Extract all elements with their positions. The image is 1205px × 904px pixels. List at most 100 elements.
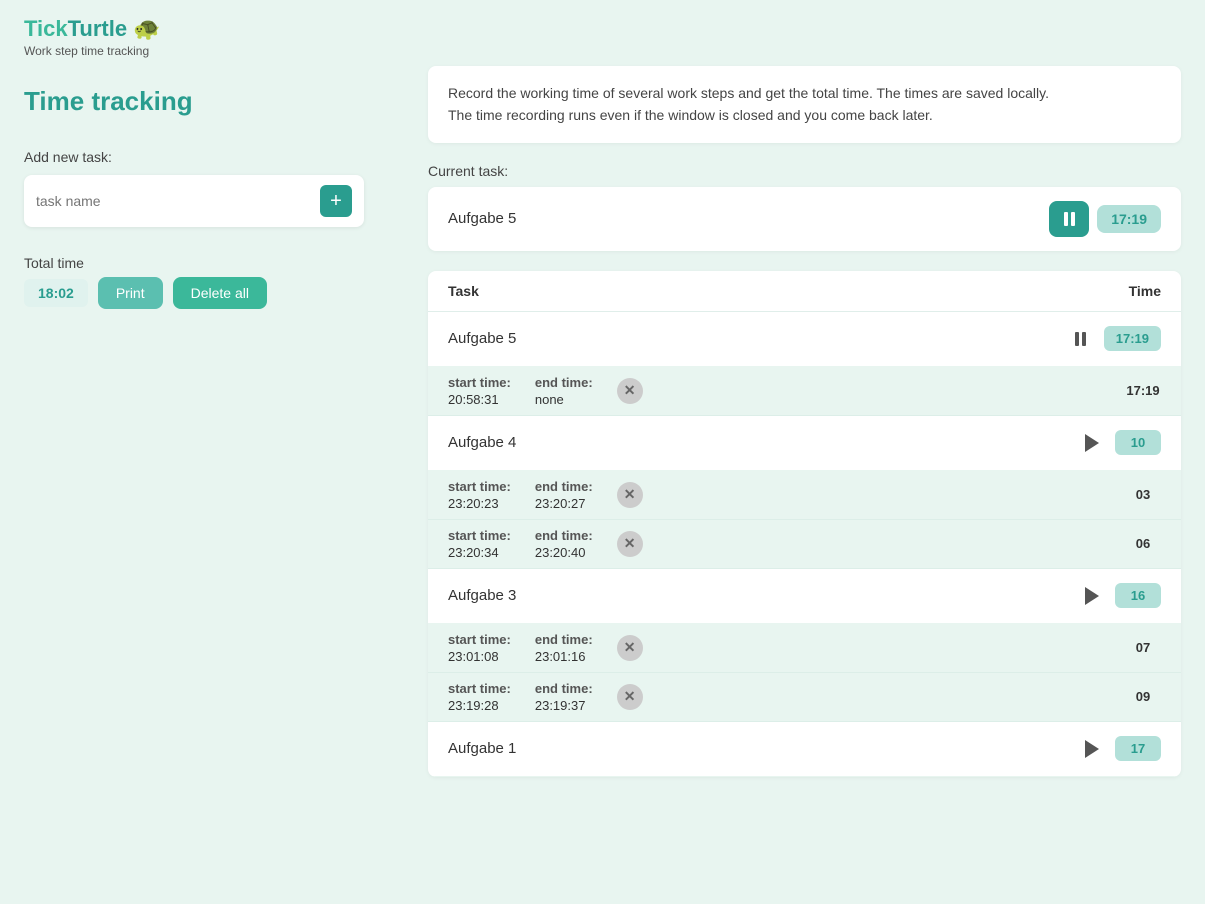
pause-bar-right (1082, 332, 1086, 346)
play-icon (1085, 434, 1099, 452)
task-time: 17 (1115, 736, 1161, 761)
end-value: 23:20:40 (535, 545, 593, 560)
remove-entry-button[interactable]: ✕ (617, 482, 643, 508)
table-header-time: Time (1129, 283, 1161, 299)
start-label: start time: (448, 479, 511, 494)
start-value: 23:19:28 (448, 698, 511, 713)
pause-bar-left (1064, 212, 1068, 226)
table-row: Aufgabe 5 17:19 (428, 312, 1181, 367)
entry-duration: 06 (1125, 536, 1161, 551)
pause-icon (1064, 212, 1075, 226)
play-task-button[interactable] (1077, 734, 1107, 764)
entry-duration: 17:19 (1125, 383, 1161, 398)
entry-duration: 07 (1125, 640, 1161, 655)
logo-turtle: Turtle (68, 16, 127, 41)
task-time: 17:19 (1104, 326, 1161, 351)
current-task-controls: 17:19 (1049, 201, 1161, 237)
list-item: start time: 23:01:08 end time: 23:01:16 … (428, 624, 1181, 673)
table-header: Task Time (428, 271, 1181, 312)
list-item: start time: 23:20:23 end time: 23:20:27 … (428, 471, 1181, 520)
description-line2: The time recording runs even if the wind… (448, 107, 933, 123)
remove-entry-button[interactable]: ✕ (617, 684, 643, 710)
total-time-label: Total time (24, 255, 404, 271)
table-header-task: Task (448, 283, 479, 299)
total-time-row: 18:02 Print Delete all (24, 277, 404, 309)
end-value: none (535, 392, 593, 407)
delete-all-button[interactable]: Delete all (173, 277, 267, 309)
end-value: 23:01:16 (535, 649, 593, 664)
start-value: 23:20:34 (448, 545, 511, 560)
play-icon (1085, 740, 1099, 758)
task-table: Task Time Aufgabe 5 17:19 (428, 271, 1181, 777)
task-time: 16 (1115, 583, 1161, 608)
start-value: 23:01:08 (448, 649, 511, 664)
app-header: TickTurtle🐢 Work step time tracking (0, 0, 1205, 66)
list-item: start time: 23:19:28 end time: 23:19:37 … (428, 673, 1181, 722)
end-time-group: end time: 23:20:27 (535, 479, 593, 511)
logo-subtitle: Work step time tracking (24, 44, 161, 58)
start-label: start time: (448, 375, 511, 390)
task-name: Aufgabe 4 (448, 434, 1077, 451)
logo-tick: Tick (24, 16, 68, 41)
add-task-button[interactable]: + (320, 185, 352, 217)
end-label: end time: (535, 632, 593, 647)
start-time-group: start time: 23:20:23 (448, 479, 511, 511)
total-time-section: Total time 18:02 Print Delete all (24, 255, 404, 309)
add-task-form: + (24, 175, 364, 227)
sub-row-times: start time: 23:20:23 end time: 23:20:27 … (448, 479, 643, 511)
sub-row-times: start time: 23:20:34 end time: 23:20:40 … (448, 528, 643, 560)
start-value: 23:20:23 (448, 496, 511, 511)
pause-task-button[interactable] (1066, 324, 1096, 354)
end-label: end time: (535, 528, 593, 543)
current-pause-button[interactable] (1049, 201, 1089, 237)
current-task-time: 17:19 (1097, 205, 1161, 233)
start-label: start time: (448, 632, 511, 647)
logo-text: TickTurtle🐢 (24, 16, 161, 42)
end-time-group: end time: 23:19:37 (535, 681, 593, 713)
start-value: 20:58:31 (448, 392, 511, 407)
start-time-group: start time: 23:20:34 (448, 528, 511, 560)
pause-icon (1075, 332, 1086, 346)
task-name: Aufgabe 5 (448, 330, 1066, 347)
list-item: start time: 23:20:34 end time: 23:20:40 … (428, 520, 1181, 569)
play-icon (1085, 587, 1099, 605)
end-time-group: end time: 23:20:40 (535, 528, 593, 560)
start-label: start time: (448, 528, 511, 543)
turtle-icon: 🐢 (133, 16, 160, 42)
task-time: 10 (1115, 430, 1161, 455)
table-row: Aufgabe 4 10 (428, 416, 1181, 471)
logo: TickTurtle🐢 Work step time tracking (24, 16, 161, 58)
start-time-group: start time: 23:19:28 (448, 681, 511, 713)
sub-row-times: start time: 23:19:28 end time: 23:19:37 … (448, 681, 643, 713)
task-name-input[interactable] (36, 193, 320, 209)
play-task-button[interactable] (1077, 581, 1107, 611)
task-name: Aufgabe 3 (448, 587, 1077, 604)
description-box: Record the working time of several work … (428, 66, 1181, 143)
remove-entry-button[interactable]: ✕ (617, 378, 643, 404)
left-panel: Time tracking Add new task: + Total time… (24, 66, 404, 777)
task-controls: 17:19 (1066, 324, 1161, 354)
remove-entry-button[interactable]: ✕ (617, 531, 643, 557)
current-task-box: Aufgabe 5 17:19 (428, 187, 1181, 251)
start-label: start time: (448, 681, 511, 696)
main-layout: Time tracking Add new task: + Total time… (0, 66, 1205, 777)
entry-duration: 03 (1125, 487, 1161, 502)
play-task-button[interactable] (1077, 428, 1107, 458)
sub-row-times: start time: 23:01:08 end time: 23:01:16 … (448, 632, 643, 664)
task-name: Aufgabe 1 (448, 740, 1077, 757)
list-item: start time: 20:58:31 end time: none ✕ 17… (428, 367, 1181, 416)
end-value: 23:19:37 (535, 698, 593, 713)
entry-duration: 09 (1125, 689, 1161, 704)
current-task-name: Aufgabe 5 (448, 210, 516, 227)
current-task-label: Current task: (428, 163, 1181, 179)
right-panel: Record the working time of several work … (428, 66, 1181, 777)
pause-bar-left (1075, 332, 1079, 346)
end-value: 23:20:27 (535, 496, 593, 511)
start-time-group: start time: 23:01:08 (448, 632, 511, 664)
remove-entry-button[interactable]: ✕ (617, 635, 643, 661)
pause-bar-right (1071, 212, 1075, 226)
end-label: end time: (535, 479, 593, 494)
description-line1: Record the working time of several work … (448, 85, 1049, 101)
table-row: Aufgabe 1 17 (428, 722, 1181, 777)
print-button[interactable]: Print (98, 277, 163, 309)
